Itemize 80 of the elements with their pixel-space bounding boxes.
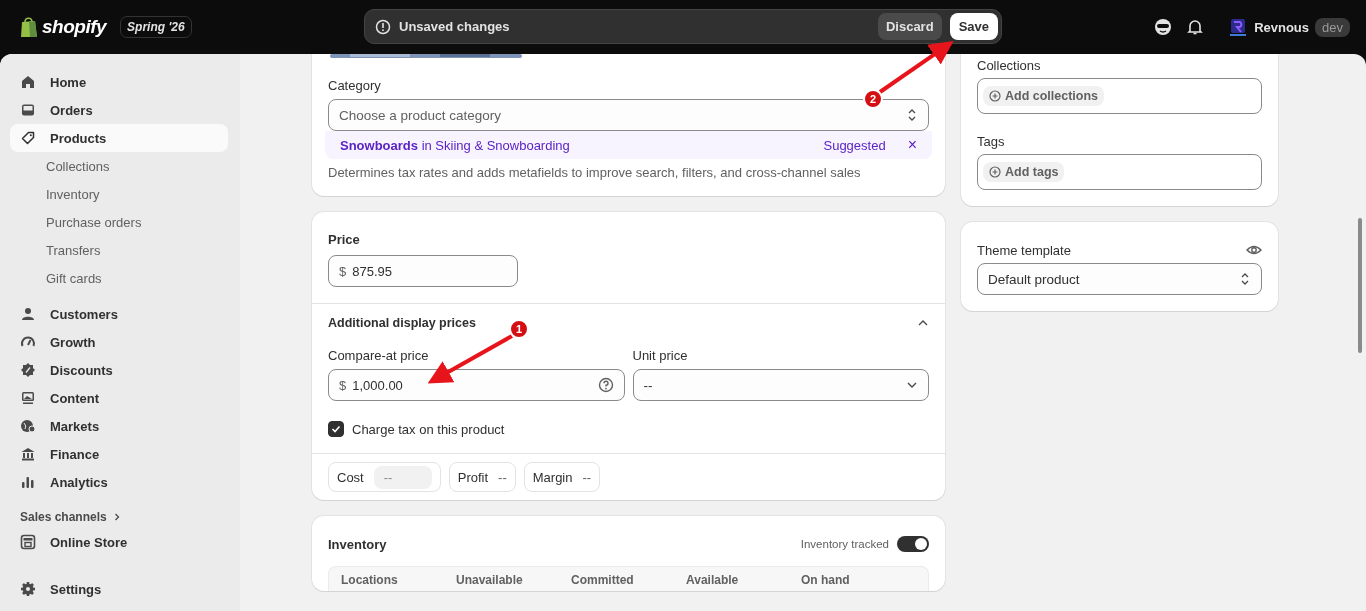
settings-nav-item[interactable]: Settings: [10, 575, 228, 603]
store-avatar-icon[interactable]: [1228, 17, 1249, 37]
chevron-right-icon[interactable]: [112, 513, 121, 521]
tags-field[interactable]: Add tags: [977, 154, 1262, 190]
scrollbar[interactable]: [1358, 218, 1362, 353]
help-text: Determines tax rates and adds metafields to improve search, filters, and cross-channel sales: [328, 165, 862, 180]
toggle-switch[interactable]: [897, 536, 929, 552]
plus-circle-icon: [989, 166, 1001, 178]
help-icon[interactable]: [597, 377, 614, 393]
tag-icon: [20, 130, 36, 146]
collections-field[interactable]: Add collections: [977, 78, 1262, 114]
field-label: Tags: [977, 134, 1006, 149]
table-header: Locations Unavailable Committed Available On hand: [328, 566, 929, 591]
compare-at-price-input[interactable]: $ 1,000.00: [328, 369, 625, 401]
nav-item[interactable]: Home: [10, 68, 228, 96]
metric-label: Cost: [337, 469, 364, 485]
picture-frame-icon: [20, 390, 36, 406]
save-button[interactable]: Save: [949, 13, 998, 40]
nav-subitem[interactable]: Gift cards: [10, 264, 228, 292]
settings-icon: [20, 581, 36, 597]
suggested-label: Suggested: [823, 137, 886, 153]
unsaved-changes-text: Unsaved changes: [399, 19, 511, 34]
checkbox[interactable]: [328, 421, 344, 437]
section-heading: Additional display prices: [328, 316, 476, 330]
store-name[interactable]: Revnous: [1254, 19, 1310, 35]
metric-value: --: [498, 469, 507, 485]
dev-badge: dev: [1315, 17, 1350, 37]
unit-price-select[interactable]: --: [632, 369, 929, 401]
nav-subitem[interactable]: Collections: [10, 152, 228, 180]
nav-item[interactable]: Orders: [10, 96, 228, 124]
discard-button[interactable]: Discard: [877, 13, 942, 40]
suggested-category-link[interactable]: Snowboards in Skiing & Snowboarding: [340, 137, 816, 153]
metric-label: Margin: [532, 469, 573, 485]
assistant-icon[interactable]: [1154, 18, 1173, 36]
nav-item[interactable]: Finance: [10, 440, 228, 468]
nav-subitem[interactable]: Purchase orders: [10, 208, 228, 236]
theme-template-select[interactable]: Default product: [977, 263, 1262, 295]
nav-item[interactable]: Customers: [10, 300, 228, 328]
field-label: Price: [328, 232, 361, 247]
field-label: Collections: [977, 58, 1042, 73]
card-title: Inventory: [328, 536, 387, 552]
dismiss-button[interactable]: ×: [907, 136, 917, 154]
nav-item[interactable]: Analytics: [10, 468, 228, 496]
metric-label: Profit: [457, 469, 489, 485]
up-down-chevron-icon: [1239, 272, 1251, 286]
nav-item[interactable]: Online Store: [10, 528, 228, 556]
nav-item[interactable]: Products: [10, 124, 228, 152]
logo-text[interactable]: shopify: [42, 16, 107, 38]
nav-subitem[interactable]: Transfers: [10, 236, 228, 264]
add-tags-button[interactable]: Add tags: [983, 162, 1065, 182]
discount-icon: [20, 362, 36, 378]
field-label: Category: [328, 78, 382, 93]
inbox-icon: [20, 102, 36, 118]
storefront-icon: [20, 534, 36, 550]
nav-item[interactable]: Content: [10, 384, 228, 412]
edition-badge: Spring '26: [120, 16, 192, 38]
nav-item[interactable]: Markets: [10, 412, 228, 440]
home-icon: [20, 74, 36, 90]
field-label: Theme template: [977, 242, 1071, 258]
globe-icon: [20, 418, 36, 434]
bank-icon: [20, 446, 36, 462]
add-collections-button[interactable]: Add collections: [983, 86, 1105, 106]
up-down-chevron-icon: [906, 108, 918, 122]
shopping-bag-icon: [20, 16, 38, 38]
plus-circle-icon: [989, 90, 1001, 102]
person-icon: [20, 306, 36, 322]
alert-icon: [375, 18, 391, 35]
price-input[interactable]: $ 875.95: [328, 255, 518, 287]
toggle-label: Inventory tracked: [800, 538, 889, 550]
checkmark-icon: [331, 424, 341, 434]
field-label: Compare-at price: [328, 348, 430, 363]
checkbox-label: Charge tax on this product: [352, 421, 505, 437]
bar-chart-icon: [20, 474, 36, 490]
field-label: Unit price: [632, 348, 689, 363]
metric-value: --: [582, 469, 592, 485]
nav-item[interactable]: Growth: [10, 328, 228, 356]
notifications-bell-icon[interactable]: [1186, 18, 1205, 36]
sales-channels-heading[interactable]: Sales channels: [20, 510, 107, 524]
nav-item[interactable]: Discounts: [10, 356, 228, 384]
nav-subitem[interactable]: Inventory: [10, 180, 228, 208]
